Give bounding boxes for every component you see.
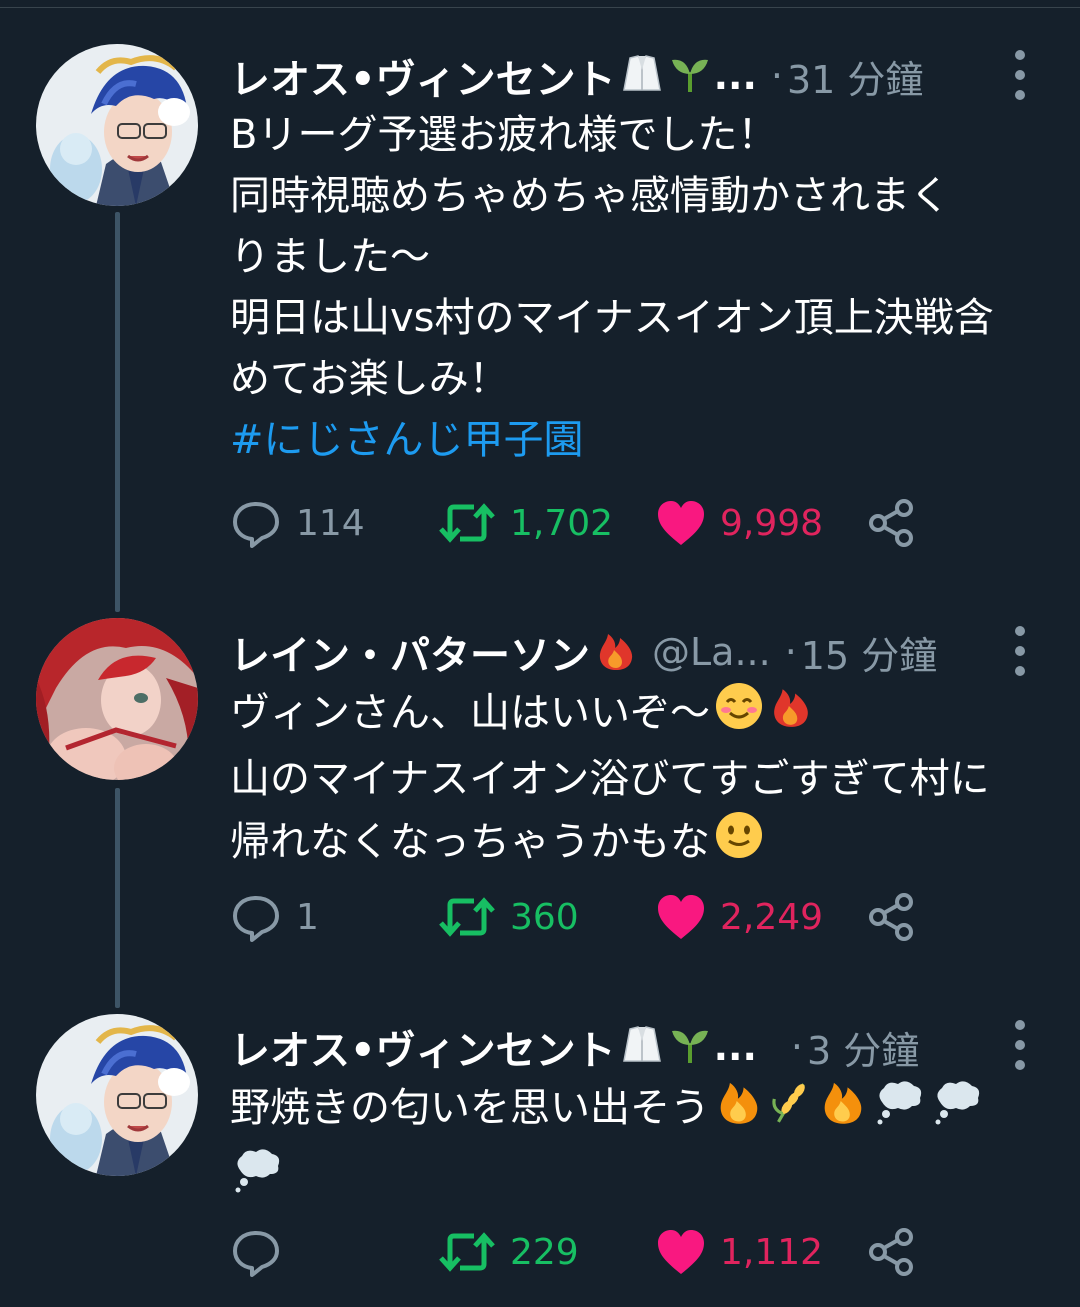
- share-icon: [866, 892, 916, 942]
- more-icon[interactable]: [1010, 626, 1030, 676]
- top-divider: [0, 7, 1080, 8]
- tweet-actions: 114 1,702 9,998: [230, 493, 1050, 553]
- timestamp[interactable]: 3 分鐘: [807, 1020, 919, 1075]
- separator-dot: ·: [790, 1025, 803, 1069]
- share-button[interactable]: [866, 493, 916, 553]
- handle[interactable]: @La...: [652, 630, 771, 674]
- lab-coat-icon: [620, 1023, 664, 1071]
- lab-coat-icon: [620, 52, 664, 100]
- slightly-smiling-face-icon: [714, 810, 764, 878]
- retweet-button[interactable]: 1,702: [438, 493, 613, 553]
- tweet-text-line: りました〜: [230, 234, 430, 280]
- like-button[interactable]: 1,112: [656, 1222, 823, 1282]
- tweet-text-line: めてお楽しみ！: [230, 356, 509, 402]
- thread-connector: [115, 212, 120, 612]
- like-count: 1,112: [720, 1231, 824, 1273]
- reply-button[interactable]: [230, 1222, 296, 1282]
- seedling-icon: [668, 1023, 712, 1071]
- tweet-header: レオス•ヴィンセント ... · 3 分鐘: [230, 1017, 1050, 1077]
- retweet-button[interactable]: 360: [438, 887, 579, 947]
- avatar[interactable]: [36, 1014, 198, 1176]
- thought-balloon-icon: [872, 1076, 926, 1144]
- share-icon: [866, 1227, 916, 1277]
- tweet-text-line: ヴィンさん、山はいいぞ〜: [230, 681, 1060, 749]
- fire-icon: [714, 1076, 764, 1144]
- tweet-text-line: [230, 1144, 1060, 1212]
- name-ellipsis: ...: [713, 54, 757, 98]
- tweet-text-segment: ヴィンさん、山はいいぞ〜: [230, 690, 710, 736]
- thread-connector: [115, 788, 120, 1008]
- tweet-text-segment: 野焼きの匂いを思い出そう: [230, 1085, 710, 1131]
- tweet-text-segment: 帰れなくなっちゃうかもな: [230, 819, 710, 865]
- avatar[interactable]: [36, 618, 198, 780]
- tweet-actions: 1 360 2,249: [230, 887, 1050, 947]
- retweet-button[interactable]: 229: [438, 1222, 579, 1282]
- tweet-actions: 229 1,112: [230, 1222, 1050, 1282]
- like-count: 2,249: [720, 896, 824, 938]
- seedling-icon: [668, 52, 712, 100]
- thought-balloon-icon: [230, 1144, 284, 1212]
- tweet-text-line: 山のマイナスイオン浴びてすごすぎて村に: [230, 756, 990, 802]
- tweet-header: レオス•ヴィンセント ... · 31 分鐘: [230, 46, 1050, 106]
- hashtag-link[interactable]: #にじさんじ甲子園: [230, 410, 1060, 471]
- more-icon[interactable]: [1010, 1020, 1030, 1070]
- reply-icon: [230, 891, 282, 943]
- fire-icon: [594, 628, 638, 676]
- separator-dot: ·: [770, 54, 783, 98]
- share-button[interactable]: [866, 887, 916, 947]
- retweet-count: 360: [510, 896, 579, 938]
- retweet-count: 1,702: [510, 502, 614, 544]
- timestamp[interactable]: 15 分鐘: [801, 625, 937, 680]
- share-button[interactable]: [866, 1222, 916, 1282]
- more-icon[interactable]: [1010, 50, 1030, 100]
- retweet-icon: [438, 1226, 496, 1278]
- tweet-text: ヴィンさん、山はいいぞ〜 山のマイナスイオン浴びてすごすぎて村に 帰れなくなっち…: [230, 681, 1060, 878]
- heart-icon: [656, 893, 706, 941]
- fire-icon: [818, 1076, 868, 1144]
- avatar[interactable]: [36, 44, 198, 206]
- tweet-text-line: 明日は山vs村のマイナスイオン頂上決戦含: [230, 295, 994, 341]
- tweet-text-line: 同時視聴めちゃめちゃ感情動かされまく: [230, 173, 950, 219]
- smiling-face-icon: [714, 681, 764, 749]
- heart-icon: [656, 1228, 706, 1276]
- tweet-text: 野焼きの匂いを思い出そう: [230, 1076, 1060, 1212]
- share-icon: [866, 498, 916, 548]
- reply-icon: [230, 1226, 282, 1278]
- tweet-text-line: 帰れなくなっちゃうかもな: [230, 810, 1060, 878]
- like-button[interactable]: 2,249: [656, 887, 823, 947]
- retweet-icon: [438, 891, 496, 943]
- retweet-icon: [438, 497, 496, 549]
- reply-count: 1: [296, 896, 319, 938]
- like-count: 9,998: [720, 502, 824, 544]
- display-name[interactable]: レオス•ヴィンセント: [230, 47, 616, 105]
- display-name[interactable]: レイン・パターソン: [230, 623, 590, 681]
- thought-balloon-icon: [930, 1076, 984, 1144]
- fire-icon: [768, 681, 814, 749]
- separator-dot: ·: [784, 630, 797, 674]
- heart-icon: [656, 499, 706, 547]
- rice-plant-icon: [768, 1076, 814, 1144]
- tweet-text-line: Bリーグ予選お疲れ様でした！: [230, 112, 778, 158]
- reply-count: 114: [296, 502, 365, 544]
- tweet-header: レイン・パターソン @La... · 15 分鐘: [230, 622, 1050, 682]
- tweet-text-line: 野焼きの匂いを思い出そう: [230, 1076, 1060, 1144]
- display-name[interactable]: レオス•ヴィンセント: [230, 1018, 616, 1076]
- like-button[interactable]: 9,998: [656, 493, 823, 553]
- name-ellipsis: ...: [713, 1025, 757, 1069]
- reply-button[interactable]: 1: [230, 887, 319, 947]
- retweet-count: 229: [510, 1231, 579, 1273]
- tweet-text: Bリーグ予選お疲れ様でした！ 同時視聴めちゃめちゃ感情動かされまく りました〜 …: [230, 105, 1060, 471]
- reply-icon: [230, 497, 282, 549]
- timestamp[interactable]: 31 分鐘: [787, 49, 923, 104]
- reply-button[interactable]: 114: [230, 493, 365, 553]
